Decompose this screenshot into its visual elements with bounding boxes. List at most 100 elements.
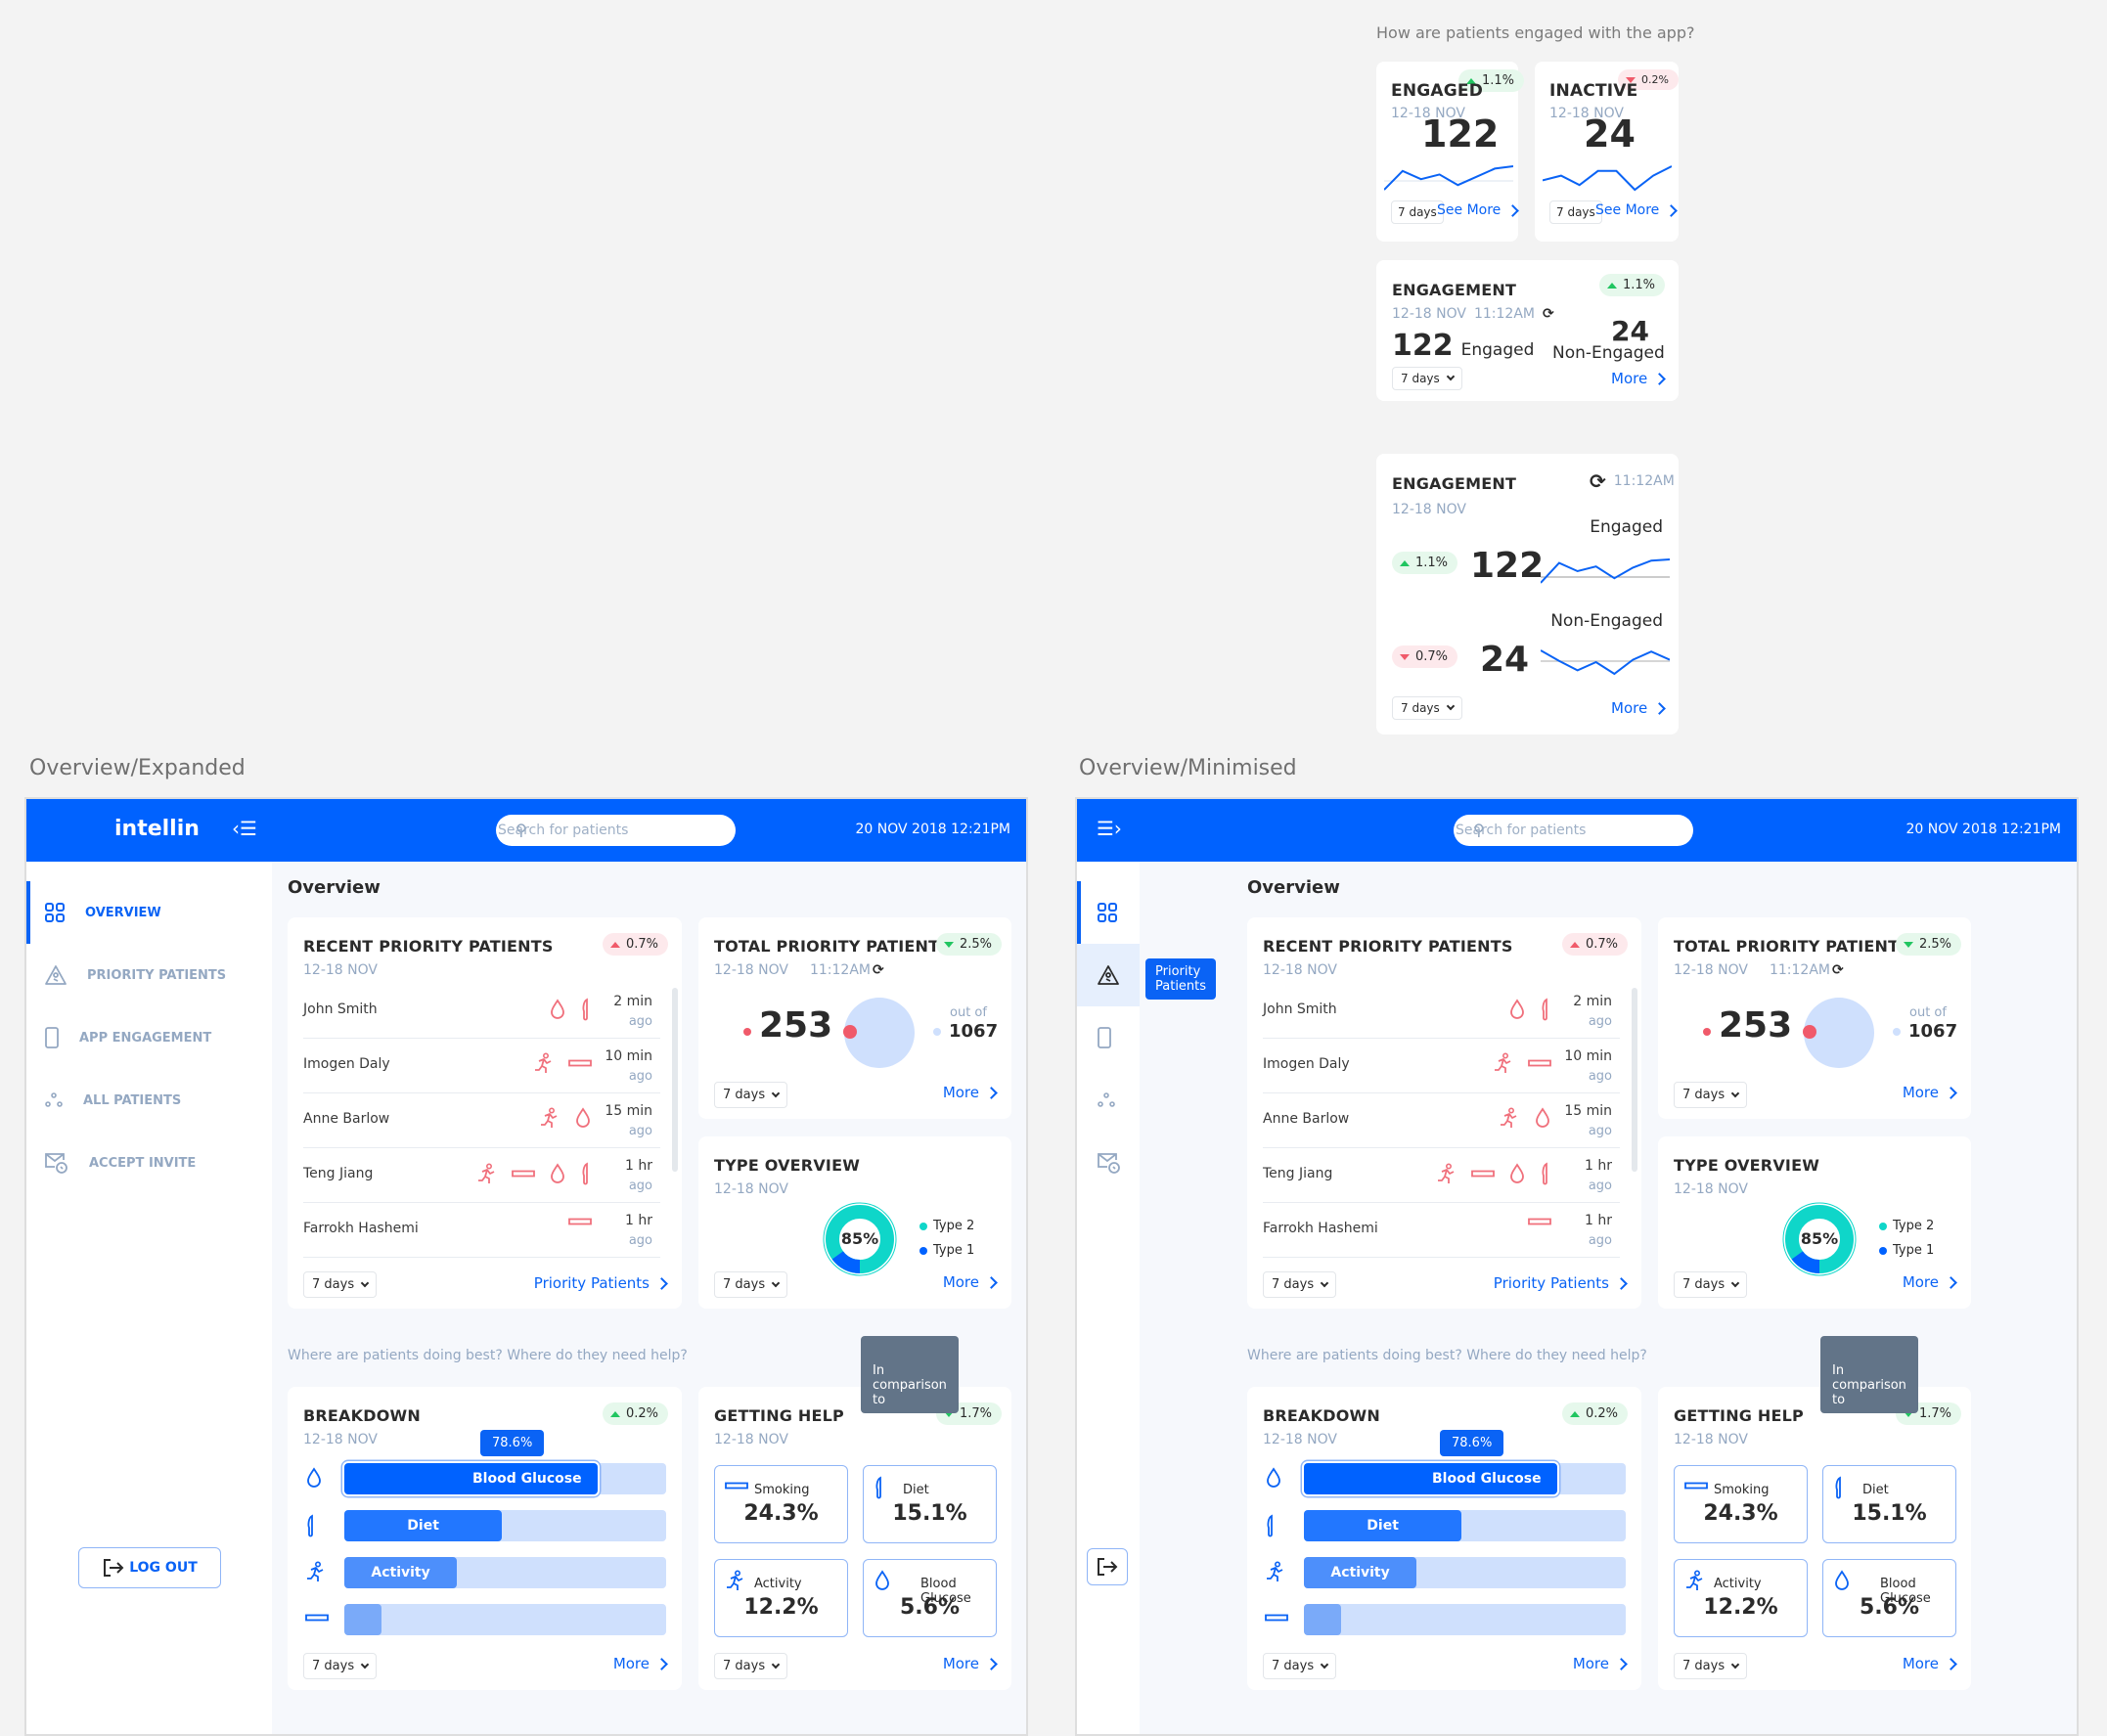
period-select[interactable]: 7 days <box>1549 200 1602 224</box>
more-link[interactable]: More <box>1903 1655 1957 1672</box>
bar-track[interactable]: Blood Glucose <box>1304 1463 1626 1494</box>
chevron-right-icon <box>1945 1086 1957 1099</box>
period-select[interactable]: 7 days <box>1674 1082 1748 1108</box>
patient-row[interactable]: Farrokh Hashemi 1 hr ago <box>303 1203 660 1258</box>
bar-track[interactable]: Activity <box>344 1557 666 1588</box>
bar-fill[interactable]: Activity <box>1304 1557 1417 1588</box>
list-scrollbar[interactable] <box>1632 988 1637 1172</box>
more-link[interactable]: More <box>1611 370 1667 387</box>
bar-fill[interactable]: Activity <box>344 1557 458 1588</box>
sidebar-item-overview[interactable]: OVERVIEW <box>26 881 272 944</box>
patient-row[interactable]: John Smith 2 min ago <box>303 984 660 1039</box>
sidebar-item-overview[interactable] <box>1077 881 1140 944</box>
blood-drop-icon <box>1534 1107 1551 1129</box>
sidebar-item-app-engagement[interactable]: APP ENGAGEMENT <box>26 1006 272 1069</box>
logout-button[interactable]: LOG OUT <box>78 1547 221 1588</box>
bar-fill[interactable] <box>344 1604 381 1635</box>
period-select[interactable]: 7 days <box>1674 1653 1748 1679</box>
more-link[interactable]: More <box>1903 1273 1957 1291</box>
period-select[interactable]: 7 days <box>714 1271 788 1298</box>
bar-track[interactable] <box>344 1604 666 1635</box>
period-select[interactable]: 7 days <box>303 1271 378 1298</box>
refresh-icon[interactable]: ⟳ <box>1590 469 1606 493</box>
refresh-icon[interactable]: ⟳ <box>1543 306 1554 322</box>
patient-flags <box>549 998 592 1021</box>
see-more-link[interactable]: See More <box>1437 202 1520 218</box>
help-item-smoking[interactable]: Smoking 24.3% <box>714 1465 848 1543</box>
period-select[interactable]: 7 days <box>303 1653 378 1679</box>
more-link[interactable]: More <box>943 1273 998 1291</box>
inactive-value: 24 <box>1584 112 1636 156</box>
patient-row[interactable]: Farrokh Hashemi 1 hr ago <box>1263 1203 1620 1258</box>
bar-track[interactable]: Diet <box>1304 1510 1626 1541</box>
sidebar-item-accept-invite[interactable] <box>1077 1132 1140 1194</box>
bar-track[interactable]: Blood Glucose <box>344 1463 666 1494</box>
sidebar-item-all-patients[interactable]: ALL PATIENTS <box>26 1069 272 1132</box>
bar-track[interactable]: Activity <box>1304 1557 1626 1588</box>
list-scrollbar[interactable] <box>672 988 678 1172</box>
patient-row[interactable]: Imogen Daly 10 min ago <box>1263 1039 1620 1093</box>
more-link[interactable]: More <box>1573 1655 1628 1672</box>
help-item-diet[interactable]: Diet 15.1% <box>1822 1465 1956 1543</box>
more-link[interactable]: More <box>1903 1084 1957 1101</box>
patient-time: 2 min ago <box>1573 994 1612 1029</box>
help-item-diet[interactable]: Diet 15.1% <box>863 1465 997 1543</box>
logout-button[interactable] <box>1087 1548 1128 1585</box>
bar-fill[interactable]: Diet <box>344 1510 503 1541</box>
priority-patients-link[interactable]: Priority Patients <box>534 1274 668 1292</box>
bar-track[interactable]: Diet <box>344 1510 666 1541</box>
help-item-smoking[interactable]: Smoking 24.3% <box>1674 1465 1808 1543</box>
sidebar-item-accept-invite[interactable]: ACCEPT INVITE <box>26 1132 272 1194</box>
breakdown-row: Activity <box>288 1557 682 1588</box>
help-value: 24.3% <box>743 1501 819 1526</box>
sidebar-item-priority-patients[interactable] <box>1077 944 1140 1006</box>
search-input[interactable]: ⚲ Search for patients <box>496 815 736 846</box>
period-select[interactable]: 7 days <box>1263 1653 1337 1679</box>
refresh-icon[interactable]: ⟳ <box>1832 962 1844 978</box>
bar-fill[interactable]: Blood Glucose <box>1304 1463 1557 1494</box>
sidebar-item-all-patients[interactable] <box>1077 1069 1140 1132</box>
more-link[interactable]: More <box>613 1655 668 1672</box>
help-item-activity[interactable]: Activity 12.2% <box>1674 1559 1808 1637</box>
sidebar: Priority Patients <box>1077 862 1217 1734</box>
period-select[interactable]: 7 days <box>714 1082 788 1108</box>
app-logo: intellin <box>114 817 200 841</box>
patient-row[interactable]: Imogen Daly 10 min ago <box>303 1039 660 1093</box>
refresh-icon[interactable]: ⟳ <box>873 962 884 978</box>
collapse-sidebar-button[interactable]: ‹☰ <box>232 817 257 840</box>
sidebar-item-label: OVERVIEW <box>85 905 161 920</box>
bar-fill[interactable]: Blood Glucose <box>344 1463 598 1494</box>
chevron-right-icon <box>1506 203 1520 217</box>
patient-row[interactable]: Anne Barlow 15 min ago <box>1263 1093 1620 1148</box>
mail-clock-icon <box>1097 1151 1122 1175</box>
patient-row[interactable]: Teng Jiang 1 hr ago <box>1263 1148 1620 1203</box>
priority-patients-link[interactable]: Priority Patients <box>1494 1274 1628 1292</box>
bar-fill[interactable]: Diet <box>1304 1510 1462 1541</box>
period-select[interactable]: 7 days <box>714 1653 788 1679</box>
total-dot <box>933 1028 941 1036</box>
chevron-right-icon <box>985 1275 998 1289</box>
nonengaged-sparkline <box>1541 649 1670 676</box>
more-link[interactable]: More <box>943 1655 998 1672</box>
patient-flags <box>1508 998 1551 1021</box>
expand-sidebar-button[interactable]: ☰› <box>1097 817 1122 840</box>
patient-row[interactable]: John Smith 2 min ago <box>1263 984 1620 1039</box>
more-link[interactable]: More <box>943 1084 998 1101</box>
help-item-activity[interactable]: Activity 12.2% <box>714 1559 848 1637</box>
help-item-blood-glucose[interactable]: Blood Glucose 5.6% <box>1822 1559 1956 1637</box>
patient-row[interactable]: Teng Jiang 1 hr ago <box>303 1148 660 1203</box>
sidebar-item-priority-patients[interactable]: PRIORITY PATIENTS <box>26 944 272 1006</box>
period-select[interactable]: 7 days <box>1263 1271 1337 1298</box>
more-link[interactable]: More <box>1611 699 1667 717</box>
bar-fill[interactable] <box>1304 1604 1341 1635</box>
bar-track[interactable] <box>1304 1604 1626 1635</box>
period-select[interactable]: 7 days <box>1391 200 1444 224</box>
patient-row[interactable]: Anne Barlow 15 min ago <box>303 1093 660 1148</box>
period-select[interactable]: 7 days <box>1674 1271 1748 1298</box>
search-input[interactable]: ⚲ Search for patients <box>1454 815 1693 846</box>
see-more-link[interactable]: See More <box>1595 202 1679 218</box>
period-select[interactable]: 7 days <box>1392 696 1462 720</box>
sidebar-item-app-engagement[interactable] <box>1077 1006 1140 1069</box>
help-item-blood-glucose[interactable]: Blood Glucose 5.6% <box>863 1559 997 1637</box>
period-select[interactable]: 7 days <box>1392 367 1462 390</box>
